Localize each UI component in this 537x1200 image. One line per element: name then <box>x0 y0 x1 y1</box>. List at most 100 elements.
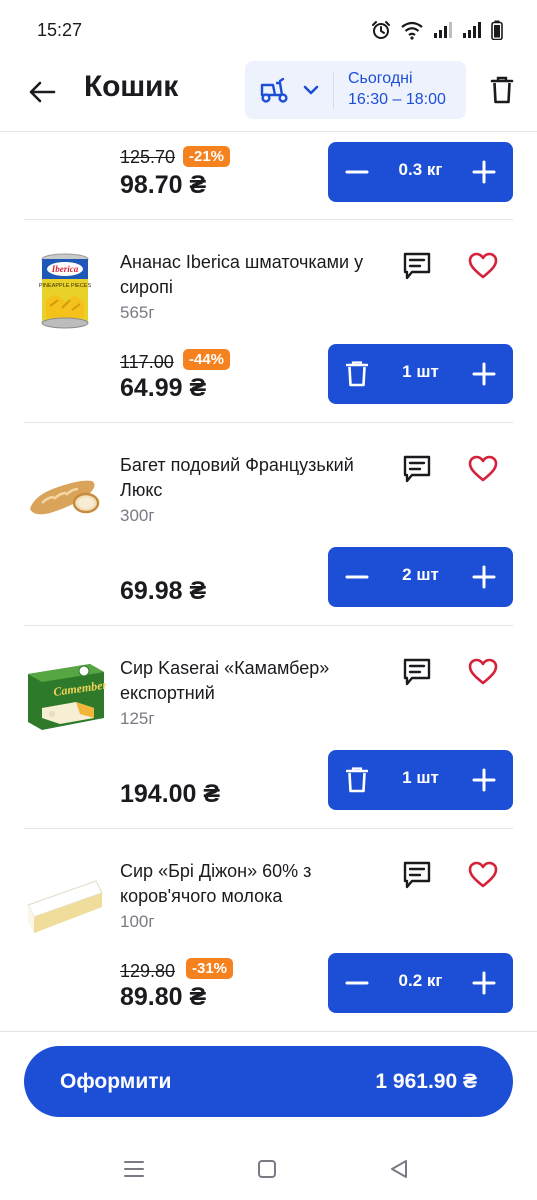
battery-icon <box>491 20 503 40</box>
cart-item: Багет подовий Французький Люкс 300г 69.9… <box>24 423 513 626</box>
comment-icon <box>403 658 431 686</box>
old-price: 125.70 <box>120 147 176 167</box>
increase-button[interactable] <box>468 358 500 390</box>
discount-badge: -44% <box>183 349 231 370</box>
cart-item: 125.70 -21% 98.70 ₴ 0.3 кг <box>24 132 513 220</box>
trash-icon <box>346 767 368 793</box>
decrease-button[interactable] <box>341 967 373 999</box>
plus-icon <box>472 362 496 386</box>
plus-icon <box>472 971 496 995</box>
comment-button[interactable] <box>399 857 435 893</box>
wifi-icon <box>401 21 423 40</box>
recent-apps-button[interactable] <box>119 1154 149 1184</box>
cart-item: Camembert Сир Kaserai «Камамбер» експорт… <box>24 626 513 829</box>
quantity-value: 2 шт <box>402 565 439 584</box>
clear-cart-button[interactable] <box>486 72 518 108</box>
price: 194.00 ₴ <box>120 780 221 808</box>
back-button[interactable] <box>22 72 62 112</box>
back-nav-button[interactable] <box>384 1154 414 1184</box>
plus-icon <box>472 160 496 184</box>
quantity-stepper: 2 шт <box>328 547 513 607</box>
product-brand-text: Iberica <box>51 264 79 274</box>
product-image-baguette <box>30 480 100 515</box>
quantity-value: 1 шт <box>402 768 439 787</box>
triangle-back-icon <box>391 1160 407 1178</box>
product-image-brie <box>27 880 103 933</box>
product-name: Ананас Iberica шматочками у сиропі <box>120 252 364 297</box>
quantity-value: 1 шт <box>402 362 439 381</box>
quantity-stepper: 1 шт <box>328 344 513 404</box>
product-weight: 300г <box>120 506 155 525</box>
cart-item-list[interactable]: 125.70 -21% 98.70 ₴ 0.3 кг Iberica PINEA… <box>0 132 537 1032</box>
discount-badge: -31% <box>186 958 234 979</box>
product-weight: 565г <box>120 303 155 322</box>
alarm-icon <box>372 21 390 39</box>
plus-icon <box>472 565 496 589</box>
favorite-button[interactable] <box>465 857 501 893</box>
decrease-button[interactable] <box>341 156 373 188</box>
quantity-value: 0.3 кг <box>398 160 443 179</box>
checkout-label: Оформити <box>60 1070 172 1093</box>
increase-button[interactable] <box>468 764 500 796</box>
decrease-button[interactable] <box>341 561 373 593</box>
plus-icon <box>472 768 496 792</box>
quantity-value: 0.2 кг <box>398 971 443 990</box>
page-title: Кошик <box>84 70 179 103</box>
trash-icon <box>346 361 368 387</box>
cart-item: Сир «Брі Діжон» 60% з коров'ячого молока… <box>24 829 513 1032</box>
price: 98.70 ₴ <box>120 171 207 199</box>
delivery-selector[interactable]: Сьогодні 16:30 – 18:00 <box>245 61 466 119</box>
product-image-camembert: Camembert <box>28 664 106 730</box>
comment-button[interactable] <box>399 654 435 690</box>
comment-icon <box>403 861 431 889</box>
remove-button[interactable] <box>341 764 373 796</box>
favorite-button[interactable] <box>465 451 501 487</box>
trash-icon <box>490 76 514 104</box>
remove-button[interactable] <box>341 358 373 390</box>
increase-button[interactable] <box>468 967 500 999</box>
comment-button[interactable] <box>399 248 435 284</box>
discount-badge: -21% <box>183 146 231 167</box>
arrow-left-icon <box>29 81 56 103</box>
comment-button[interactable] <box>399 451 435 487</box>
header: Кошик Сьогодні 16:30 – 18:00 <box>0 60 537 132</box>
delivery-divider <box>333 71 334 109</box>
checkout-button[interactable]: Оформити 1 961.90 ₴ <box>24 1046 513 1117</box>
comment-icon <box>403 252 431 280</box>
product-image-pineapple: Iberica PINEAPPLE PIECES <box>39 253 92 329</box>
minus-icon <box>345 170 369 174</box>
minus-icon <box>345 981 369 985</box>
favorite-button[interactable] <box>465 654 501 690</box>
product-weight: 125г <box>120 709 155 728</box>
price: 89.80 ₴ <box>120 983 207 1011</box>
status-icons <box>371 20 503 40</box>
comment-icon <box>403 455 431 483</box>
increase-button[interactable] <box>468 561 500 593</box>
checkout-total: 1 961.90 ₴ <box>375 1070 477 1093</box>
product-weight: 100г <box>120 912 155 931</box>
status-bar: 15:27 <box>0 0 537 60</box>
quantity-stepper: 0.2 кг <box>328 953 513 1013</box>
heart-icon <box>468 252 498 279</box>
product-caption-text: PINEAPPLE PIECES <box>39 283 92 289</box>
status-time: 15:27 <box>37 20 83 40</box>
favorite-button[interactable] <box>465 248 501 284</box>
square-icon <box>258 1160 276 1178</box>
delivery-time-slot: 16:30 – 18:00 <box>348 91 446 108</box>
menu-lines-icon <box>124 1161 144 1177</box>
system-nav-bar <box>0 1140 537 1200</box>
cart-item: Iberica PINEAPPLE PIECES Ананас Iberica … <box>24 220 513 423</box>
product-name: Сир «Брі Діжон» 60% з коров'ячого молока <box>120 861 312 906</box>
minus-icon <box>345 575 369 579</box>
price: 64.99 ₴ <box>120 374 207 402</box>
increase-button[interactable] <box>468 156 500 188</box>
old-price: 129.80 <box>120 961 176 981</box>
delivery-day: Сьогодні <box>348 70 413 87</box>
product-name: Багет подовий Французький Люкс <box>120 455 354 500</box>
home-button[interactable] <box>252 1154 282 1184</box>
chevron-down-icon <box>303 85 319 95</box>
delivery-scooter-icon <box>260 77 288 103</box>
quantity-stepper: 0.3 кг <box>328 142 513 202</box>
price: 69.98 ₴ <box>120 577 207 605</box>
quantity-stepper: 1 шт <box>328 750 513 810</box>
